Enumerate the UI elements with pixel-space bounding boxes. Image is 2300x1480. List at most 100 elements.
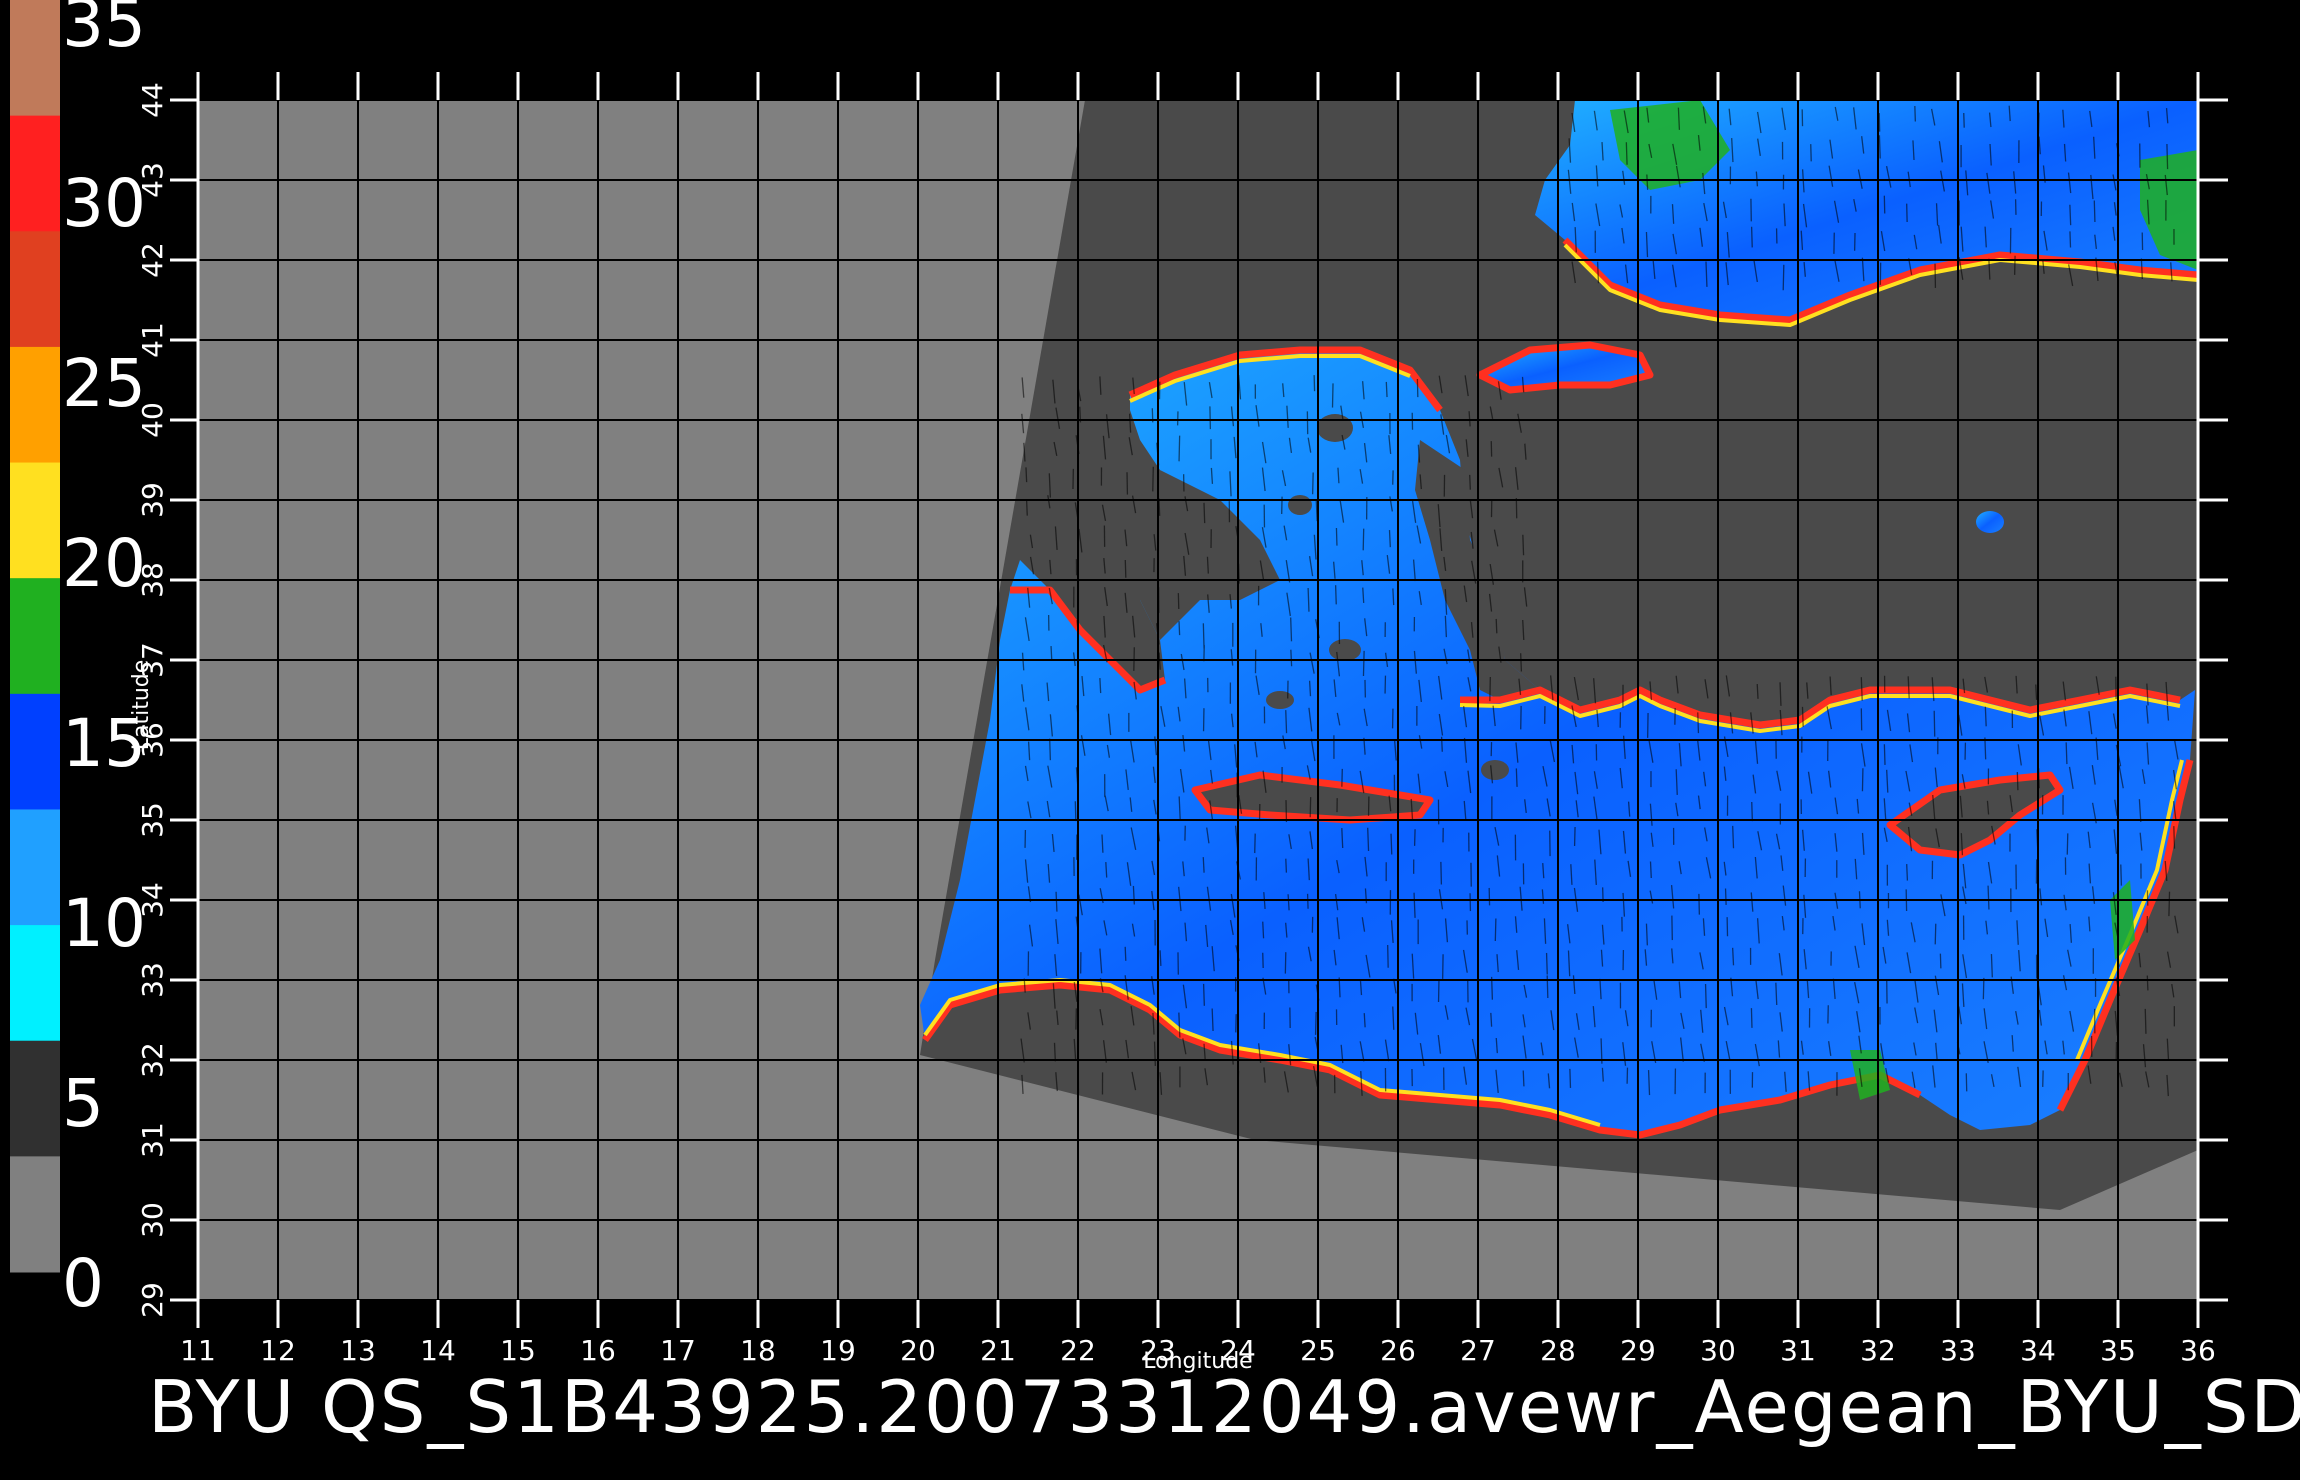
wind-vector bbox=[1704, 983, 1707, 1009]
wind-vector bbox=[1522, 1070, 1525, 1087]
lat-tick-label: 43 bbox=[136, 162, 169, 198]
wind-vector bbox=[1601, 1067, 1604, 1082]
wind-vector bbox=[1049, 738, 1052, 761]
colorbar-label: 20 bbox=[62, 525, 146, 602]
wind-vector bbox=[1546, 975, 1549, 998]
colorbar-segment bbox=[10, 578, 60, 695]
lon-tick-label: 32 bbox=[1860, 1334, 1896, 1367]
wind-vector bbox=[1495, 618, 1498, 634]
wind-vector bbox=[2065, 742, 2068, 765]
lon-tick-label: 17 bbox=[660, 1334, 696, 1367]
lat-tick-label: 34 bbox=[136, 882, 169, 918]
lat-tick-label: 35 bbox=[136, 802, 169, 838]
lon-tick-label: 18 bbox=[740, 1334, 776, 1367]
lon-tick-label: 20 bbox=[900, 1334, 936, 1367]
wind-vector bbox=[1984, 706, 1987, 727]
wind-vector bbox=[1731, 947, 1735, 966]
lat-tick-label: 40 bbox=[136, 402, 169, 438]
lon-tick-label: 13 bbox=[340, 1334, 376, 1367]
wind-vector bbox=[1053, 1042, 1057, 1062]
lat-tick-label: 33 bbox=[136, 962, 169, 998]
lon-tick-label: 26 bbox=[1380, 1334, 1416, 1367]
wind-vector bbox=[1362, 650, 1365, 677]
wind-vector bbox=[2093, 200, 2096, 223]
wind-vector bbox=[1206, 556, 1209, 574]
wind-vector bbox=[1055, 891, 1058, 912]
wind-vector bbox=[1202, 983, 1205, 1006]
wind-vector bbox=[1388, 530, 1391, 548]
colorbar-segment bbox=[10, 115, 60, 232]
wind-vector bbox=[1982, 977, 1985, 1000]
wind-vector bbox=[1522, 534, 1525, 556]
wind-vector bbox=[1363, 1013, 1366, 1028]
wind-vector bbox=[1801, 706, 1804, 727]
wind-vector bbox=[1732, 825, 1735, 849]
wind-vector bbox=[1262, 921, 1265, 939]
lon-tick-label: 31 bbox=[1780, 1334, 1816, 1367]
image-caption: BYU QS_S1B43925.20073312049.avewr_Aegean… bbox=[148, 1365, 2300, 1449]
map-plot-area bbox=[197, 99, 2199, 1301]
colorbar-label: 0 bbox=[62, 1245, 104, 1322]
wind-vector bbox=[1775, 982, 1778, 1005]
colorbar-segment bbox=[10, 346, 60, 464]
wind-vector bbox=[1307, 587, 1310, 612]
wind-vector bbox=[1646, 174, 1649, 190]
wind-vector bbox=[2035, 684, 2038, 700]
lon-tick-label: 36 bbox=[2180, 1334, 2216, 1367]
wind-vector bbox=[2069, 231, 2072, 248]
colorbar-segment bbox=[10, 0, 60, 117]
island-small-1 bbox=[1317, 414, 1353, 442]
wind-vector bbox=[1285, 710, 1288, 734]
y-axis-title: Latitude bbox=[129, 660, 154, 751]
lat-tick-label: 30 bbox=[136, 1202, 169, 1238]
wind-vector bbox=[1515, 768, 1518, 787]
colorbar-segment bbox=[10, 231, 60, 348]
wind-vector bbox=[1385, 381, 1388, 398]
wind-vector bbox=[1883, 744, 1886, 765]
wind-vector bbox=[1290, 649, 1293, 667]
wind-vector bbox=[1933, 710, 1936, 737]
island-small-2 bbox=[1288, 495, 1312, 515]
wind-vector bbox=[1987, 885, 1990, 910]
lat-tick-label: 39 bbox=[136, 482, 169, 518]
wind-vector bbox=[1782, 264, 1785, 291]
wind-vector bbox=[1124, 946, 1127, 961]
colorbar-label: 30 bbox=[62, 165, 146, 242]
wind-vector bbox=[1469, 474, 1471, 490]
wind-vector bbox=[1390, 833, 1393, 855]
wind-vector bbox=[1099, 678, 1102, 694]
wind-vector bbox=[1132, 885, 1135, 905]
lon-tick-label: 30 bbox=[1700, 1334, 1736, 1367]
wind-vector bbox=[1290, 617, 1293, 642]
wind-vector bbox=[1211, 1008, 1214, 1032]
wind-vector bbox=[2144, 1008, 2147, 1034]
wind-vector bbox=[1520, 653, 1523, 672]
colorbar-segment bbox=[10, 925, 60, 1042]
wind-vector bbox=[1990, 954, 1993, 978]
island-small-5 bbox=[1266, 691, 1294, 709]
wind-speed-map: 35302520151050 11 12 13 14 15 16 17 18 1… bbox=[10, 0, 2300, 1449]
lon-tick-label: 29 bbox=[1620, 1334, 1656, 1367]
wind-vector bbox=[1335, 527, 1338, 546]
wind-vector bbox=[1314, 1011, 1317, 1035]
colorbar-label: 5 bbox=[62, 1065, 104, 1142]
lat-tick-label: 31 bbox=[136, 1122, 169, 1158]
lat-tick-label: 29 bbox=[136, 1282, 169, 1318]
wind-vector bbox=[1341, 828, 1344, 849]
wind-vector bbox=[2066, 833, 2069, 855]
lon-tick-label: 33 bbox=[1940, 1334, 1976, 1367]
wind-vector bbox=[2069, 204, 2072, 226]
lat-tick-label: 32 bbox=[136, 1042, 169, 1078]
lat-tick-label: 44 bbox=[136, 82, 169, 118]
lon-tick-label: 15 bbox=[500, 1334, 536, 1367]
wind-vector bbox=[1860, 677, 1863, 701]
lon-tick-label: 12 bbox=[260, 1334, 296, 1367]
wind-vector bbox=[1308, 680, 1312, 697]
lon-tick-label: 19 bbox=[820, 1334, 856, 1367]
lake-patch-1 bbox=[1976, 511, 2004, 533]
wind-vector bbox=[1750, 226, 1753, 248]
wind-vector bbox=[1203, 502, 1206, 524]
wind-vector bbox=[2146, 975, 2149, 991]
island-small-4 bbox=[1481, 760, 1509, 780]
colorbar-segment bbox=[10, 1040, 60, 1157]
